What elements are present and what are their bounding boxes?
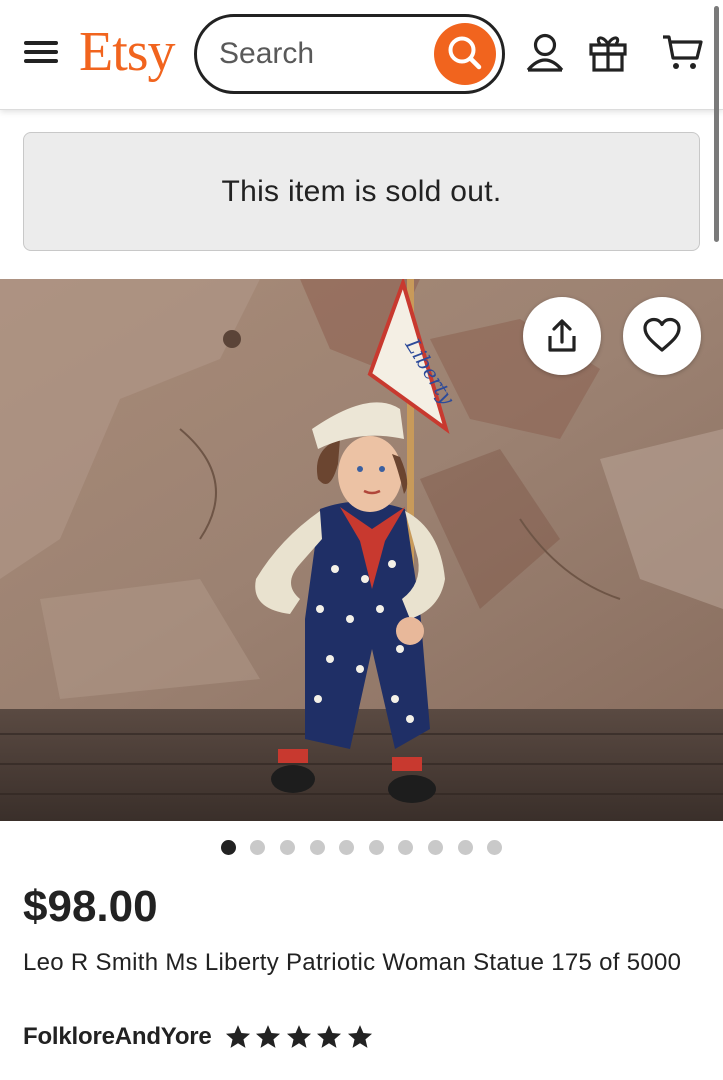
listing-title: Leo R Smith Ms Liberty Patriotic Woman S… — [23, 949, 682, 976]
favorite-button[interactable] — [623, 297, 701, 375]
carousel-dot[interactable] — [427, 840, 443, 855]
star-icon — [286, 1025, 311, 1048]
gift-icon — [589, 36, 627, 72]
share-button[interactable] — [523, 297, 601, 375]
account-icon — [526, 33, 564, 72]
carousel-dot[interactable] — [309, 840, 325, 855]
share-icon — [548, 319, 576, 352]
carousel-dot[interactable] — [368, 840, 384, 855]
shop-rating[interactable] — [224, 1023, 377, 1051]
search-bar — [194, 14, 505, 94]
site-header: Etsy — [0, 0, 723, 242]
menu-icon[interactable] — [22, 37, 60, 67]
shop-name-link[interactable]: FolkloreAndYore — [23, 1023, 212, 1051]
star-icon — [347, 1025, 372, 1048]
carousel-dot[interactable] — [457, 840, 473, 855]
search-button[interactable] — [434, 23, 496, 85]
cart-icon — [663, 35, 703, 69]
shop-row: FolkloreAndYore — [23, 1022, 376, 1052]
star-icon — [317, 1025, 342, 1048]
heart-icon — [643, 317, 681, 352]
listing-price: $98.00 — [23, 882, 158, 931]
search-icon — [448, 36, 482, 70]
sold-out-banner: This item is sold out. — [23, 132, 700, 251]
etsy-logo[interactable]: Etsy — [79, 22, 176, 82]
gift-button[interactable] — [586, 30, 630, 74]
image-carousel-dots — [0, 840, 723, 860]
scrollbar[interactable] — [714, 6, 719, 242]
carousel-dot[interactable] — [398, 840, 414, 855]
carousel-dot[interactable] — [220, 840, 236, 855]
carousel-dot[interactable] — [250, 840, 266, 855]
carousel-dot[interactable] — [339, 840, 355, 855]
account-button[interactable] — [523, 30, 567, 74]
listing-image[interactable]: Liberty — [0, 279, 723, 821]
carousel-dot[interactable] — [487, 840, 503, 855]
cart-button[interactable] — [660, 30, 704, 74]
statue-photo: Liberty — [0, 279, 723, 821]
carousel-dot[interactable] — [280, 840, 296, 855]
search-input[interactable] — [219, 31, 419, 77]
star-icon — [256, 1025, 281, 1048]
star-icon — [225, 1025, 250, 1048]
